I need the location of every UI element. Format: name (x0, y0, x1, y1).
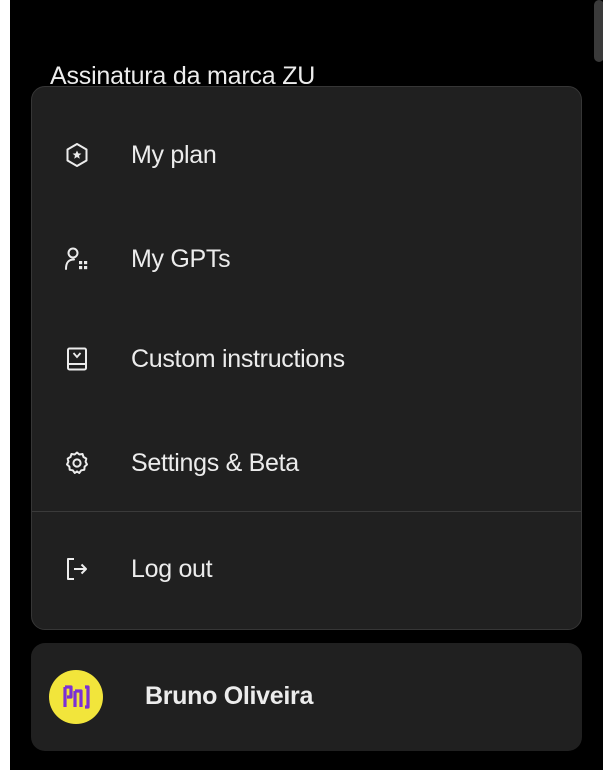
avatar-logo-icon (63, 685, 90, 709)
user-menu: My plan My GPTs Custom instructions Sett… (31, 86, 582, 630)
menu-item-settings[interactable]: Settings & Beta (32, 421, 581, 505)
logout-icon (64, 556, 90, 582)
avatar (49, 670, 103, 724)
menu-item-label: My GPTs (131, 244, 231, 273)
user-grid-icon (64, 246, 90, 272)
scrollbar[interactable] (594, 0, 603, 62)
menu-item-label: Custom instructions (131, 344, 345, 373)
menu-item-label: Settings & Beta (131, 448, 299, 477)
menu-item-log-out[interactable]: Log out (32, 527, 581, 611)
gear-icon (64, 450, 90, 476)
menu-item-label: Log out (131, 554, 213, 583)
menu-item-my-plan[interactable]: My plan (32, 113, 581, 197)
menu-item-my-gpts[interactable]: My GPTs (32, 217, 581, 301)
menu-divider (32, 511, 581, 512)
star-badge-icon (64, 142, 90, 168)
user-profile-button[interactable]: Bruno Oliveira (31, 643, 582, 751)
menu-item-label: My plan (131, 140, 217, 169)
menu-item-custom-instructions[interactable]: Custom instructions (32, 317, 581, 401)
book-icon (64, 346, 90, 372)
user-name: Bruno Oliveira (145, 682, 314, 710)
